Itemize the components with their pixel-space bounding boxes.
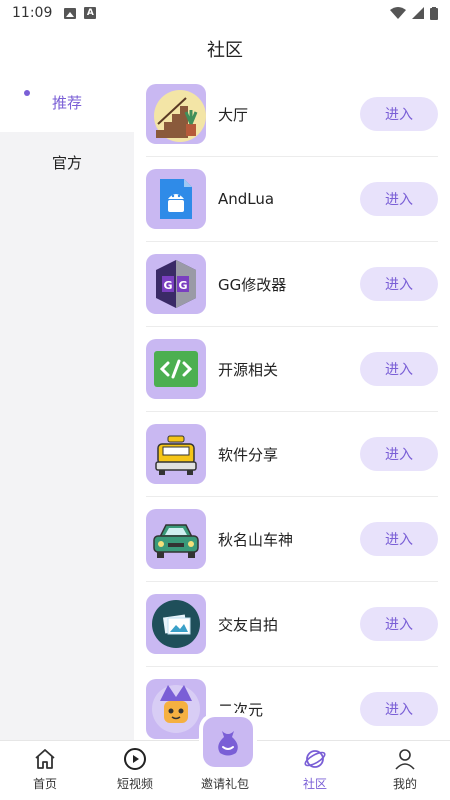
list-item[interactable]: 开源相关 进入 <box>146 327 438 412</box>
list-item[interactable]: G G GG修改器 进入 <box>146 242 438 327</box>
nav-short-video[interactable]: 短视频 <box>90 741 180 800</box>
sidebar-item-label: 官方 <box>51 153 82 172</box>
signal-icon <box>412 7 424 19</box>
sidebar-item-recommended[interactable]: 推荐 <box>0 72 134 132</box>
forum-name: 软件分享 <box>218 445 279 464</box>
user-icon <box>393 747 417 771</box>
taxi-icon <box>146 424 206 484</box>
photo-icon <box>146 594 206 654</box>
list-item[interactable]: 软件分享 进入 <box>146 412 438 497</box>
list-item[interactable]: 二次元 进入 <box>146 667 438 740</box>
forum-name: GG修改器 <box>218 275 287 294</box>
planet-icon <box>303 747 327 771</box>
home-icon <box>33 747 57 771</box>
forum-list: 大厅 进入 AndLua 进入 G G GG修改器 进入 开源相关 进入 软件分… <box>134 72 450 740</box>
car-icon <box>146 509 206 569</box>
enter-button[interactable]: 进入 <box>360 437 438 471</box>
svg-text:G: G <box>163 279 172 292</box>
category-sidebar: 推荐 官方 <box>0 72 134 740</box>
android-file-icon <box>146 169 206 229</box>
list-item[interactable]: AndLua 进入 <box>146 157 438 242</box>
enter-button[interactable]: 进入 <box>360 97 438 131</box>
nav-label: 社区 <box>302 777 327 791</box>
forum-name: 开源相关 <box>218 360 279 379</box>
nav-label: 首页 <box>32 777 57 791</box>
nav-community[interactable]: 社区 <box>270 741 360 800</box>
sidebar-item-official[interactable]: 官方 <box>0 132 134 192</box>
svg-text:G: G <box>178 279 187 292</box>
list-item[interactable]: 大厅 进入 <box>146 72 438 157</box>
nav-home[interactable]: 首页 <box>0 741 90 800</box>
a-notification-icon: A <box>84 7 97 19</box>
enter-button[interactable]: 进入 <box>360 607 438 641</box>
play-circle-icon <box>123 747 147 771</box>
sidebar-item-label: 推荐 <box>51 93 82 112</box>
forum-name: AndLua <box>218 190 275 208</box>
enter-button[interactable]: 进入 <box>360 522 438 556</box>
forum-name: 大厅 <box>218 105 249 124</box>
list-item[interactable]: 秋名山车神 进入 <box>146 497 438 582</box>
wifi-icon <box>390 7 406 19</box>
active-dot-icon <box>24 90 30 96</box>
page-title: 社区 <box>207 40 243 61</box>
forum-name: 秋名山车神 <box>218 530 294 549</box>
enter-button[interactable]: 进入 <box>360 267 438 301</box>
gift-bag-icon[interactable] <box>203 717 253 767</box>
status-time: 11:09 <box>12 5 53 21</box>
enter-button[interactable]: 进入 <box>360 352 438 386</box>
gg-shield-icon: G G <box>146 254 206 314</box>
list-item[interactable]: 交友自拍 进入 <box>146 582 438 667</box>
battery-icon <box>430 6 438 20</box>
code-icon <box>146 339 206 399</box>
status-bar: 11:09 A <box>0 0 450 26</box>
enter-button[interactable]: 进入 <box>360 692 438 726</box>
stairs-plant-icon <box>146 84 206 144</box>
image-notification-icon <box>64 7 77 19</box>
enter-button[interactable]: 进入 <box>360 182 438 216</box>
nav-mine[interactable]: 我的 <box>360 741 450 800</box>
forum-name: 交友自拍 <box>218 615 279 634</box>
nav-label: 邀请礼包 <box>200 777 249 791</box>
anime-character-icon <box>146 679 206 739</box>
nav-label: 短视频 <box>116 777 153 791</box>
nav-label: 我的 <box>392 777 417 791</box>
